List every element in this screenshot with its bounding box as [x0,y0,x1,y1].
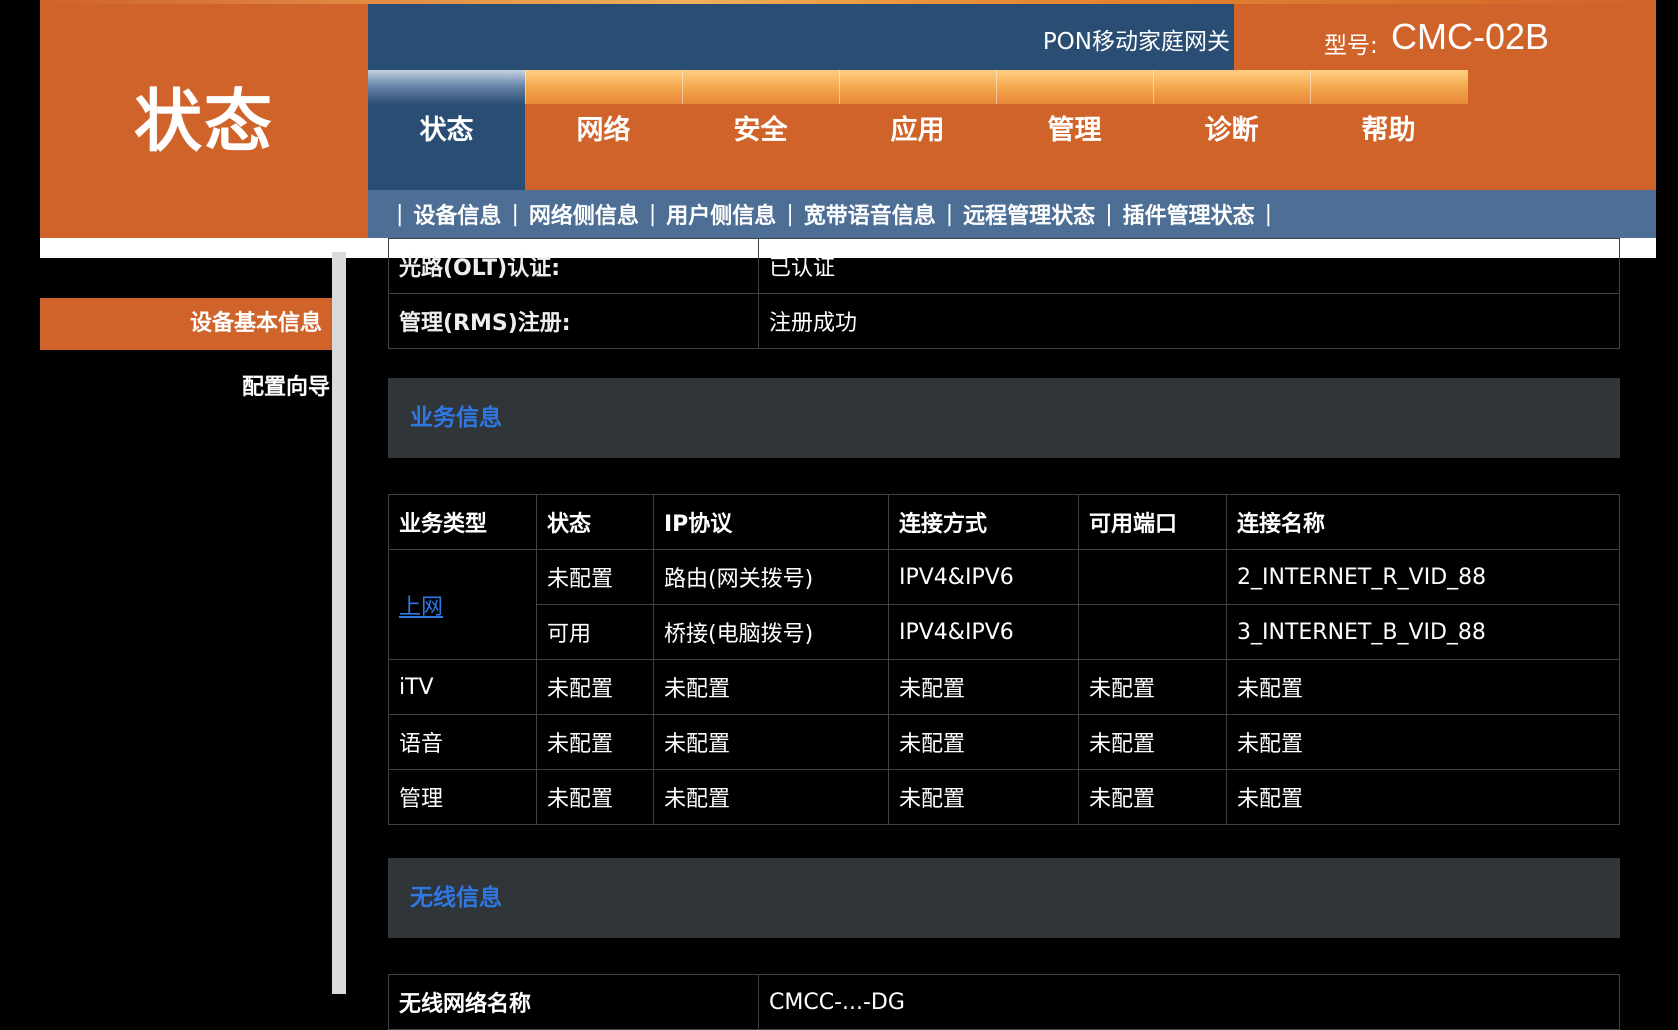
menu-diagnosis[interactable]: 诊断 [1153,108,1310,147]
ssid-label: 无线网络名称 [388,974,759,1030]
mode-cell: 未配置 [888,714,1079,770]
submenu-device-info[interactable]: 设备信息 [413,198,501,230]
ssid-value: CMCC-...-DG [758,974,1620,1030]
model-label: 型号: [1324,33,1378,59]
menu-separator [682,70,683,104]
menu-separator [525,70,526,104]
internet-link[interactable]: 上网 [399,595,443,620]
model-value: CMC-02B [1391,16,1550,57]
status-cell: 未配置 [536,769,654,825]
protocol-cell: 未配置 [653,714,889,770]
menu-separator [996,70,997,104]
model-box: 型号: CMC-02B [1234,4,1656,70]
menu-separator [839,70,840,104]
menu-security[interactable]: 安全 [682,108,839,147]
submenu-list: | 设备信息 | 网络侧信息 | 用户侧信息 | 宽带语音信息 | 远程管理状态… [386,190,1282,238]
page-title: 状态 [133,82,274,162]
name-cell: 未配置 [1226,659,1620,715]
table-header-row: 业务类型 状态 IP协议 连接方式 可用端口 连接名称 [388,494,1620,550]
service-type-cell: 语音 [388,714,537,770]
table-row: iTV 未配置 未配置 未配置 未配置 未配置 [388,659,1620,715]
status-cell: 未配置 [536,549,654,605]
column-header: 业务类型 [388,494,537,550]
protocol-cell: 桥接(电脑拨号) [653,604,889,660]
submenu-separator: | [1264,201,1273,227]
name-cell: 2_INTERNET_R_VID_88 [1226,549,1620,605]
submenu-separator: | [396,201,404,227]
menu-status[interactable]: 状态 [368,108,525,147]
rms-register-value: 注册成功 [758,293,1620,349]
column-header: 可用端口 [1078,494,1227,550]
menu-separator [1153,70,1154,104]
menu-help[interactable]: 帮助 [1310,108,1467,147]
protocol-cell: 未配置 [653,659,889,715]
ports-cell: 未配置 [1078,769,1227,825]
sidebar-item-config-wizard[interactable]: 配置向导 [40,362,332,414]
table-row: 管理(RMS)注册: 注册成功 [388,293,1620,349]
submenu-separator: | [945,201,954,227]
ports-cell: 未配置 [1078,659,1227,715]
submenu-network-side-info[interactable]: 网络侧信息 [529,198,639,230]
page-title-box: 状态 [40,4,368,238]
mode-cell: IPV4&IPV6 [888,549,1079,605]
name-cell: 未配置 [1226,769,1620,825]
table-row: 上网 未配置 路由(网关拨号) IPV4&IPV6 2_INTERNET_R_V… [388,549,1620,660]
product-name: PON移动家庭网关 [1042,29,1230,55]
submenu-plugin-management-status[interactable]: 插件管理状态 [1123,198,1255,230]
menu-application[interactable]: 应用 [839,108,996,147]
submenu-bar: | 设备信息 | 网络侧信息 | 用户侧信息 | 宽带语音信息 | 远程管理状态… [368,190,1656,238]
table-row: 语音 未配置 未配置 未配置 未配置 未配置 [388,714,1620,770]
service-type-cell: iTV [388,659,537,715]
menu-network[interactable]: 网络 [525,108,682,147]
service-info-table: 业务类型 状态 IP协议 连接方式 可用端口 连接名称 上网 未配置 路由(网关… [388,494,1620,825]
status-cell: 未配置 [536,659,654,715]
table-row: 光路(OLT)认证: 已认证 [388,238,1620,294]
wireless-info-table: 无线网络名称 CMCC-...-DG [388,974,1620,1030]
service-info-header: 业务信息 [388,378,1620,458]
olt-auth-label: 光路(OLT)认证: [388,238,759,294]
product-banner: PON移动家庭网关 [368,4,1234,70]
submenu-broadband-voice-info[interactable]: 宽带语音信息 [804,198,936,230]
column-header: IP协议 [653,494,889,550]
protocol-cell: 未配置 [653,769,889,825]
table-row: 管理 未配置 未配置 未配置 未配置 未配置 [388,769,1620,825]
submenu-separator: | [1105,201,1113,227]
mode-cell: 未配置 [888,659,1079,715]
submenu-remote-management-status[interactable]: 远程管理状态 [963,198,1095,230]
service-type-cell: 管理 [388,769,537,825]
device-status-table: 光路(OLT)认证: 已认证 管理(RMS)注册: 注册成功 [388,238,1620,349]
name-cell: 3_INTERNET_B_VID_88 [1226,604,1620,660]
menu-management[interactable]: 管理 [996,108,1153,147]
name-cell: 未配置 [1226,714,1620,770]
table-row: 无线网络名称 CMCC-...-DG [388,974,1620,1030]
submenu-separator: | [511,201,519,227]
menu-separator [1310,70,1311,104]
submenu-separator: | [648,201,657,227]
service-type-cell: 上网 [388,549,537,660]
status-cell: 未配置 [536,714,654,770]
submenu-separator: | [786,201,794,227]
menu-gradient-bar [368,70,1468,104]
sidebar-divider [332,252,346,994]
sidebar-item-device-basic-info[interactable]: 设备基本信息 [40,298,332,350]
ports-cell: 未配置 [1078,714,1227,770]
submenu-user-side-info[interactable]: 用户侧信息 [666,198,776,230]
mode-cell: IPV4&IPV6 [888,604,1079,660]
ports-cell [1078,604,1227,660]
status-cell: 可用 [536,604,654,660]
protocol-cell: 路由(网关拨号) [653,549,889,605]
menu-active-gradient [368,70,525,104]
ports-cell [1078,549,1227,605]
mode-cell: 未配置 [888,769,1079,825]
column-header: 状态 [536,494,654,550]
rms-register-label: 管理(RMS)注册: [388,293,759,349]
wireless-info-header: 无线信息 [388,858,1620,938]
olt-auth-value: 已认证 [758,238,1620,294]
table-row: 可用 桥接(电脑拨号) IPV4&IPV6 3_INTERNET_B_VID_8… [389,604,1620,660]
column-header: 连接方式 [888,494,1079,550]
column-header: 连接名称 [1226,494,1620,550]
